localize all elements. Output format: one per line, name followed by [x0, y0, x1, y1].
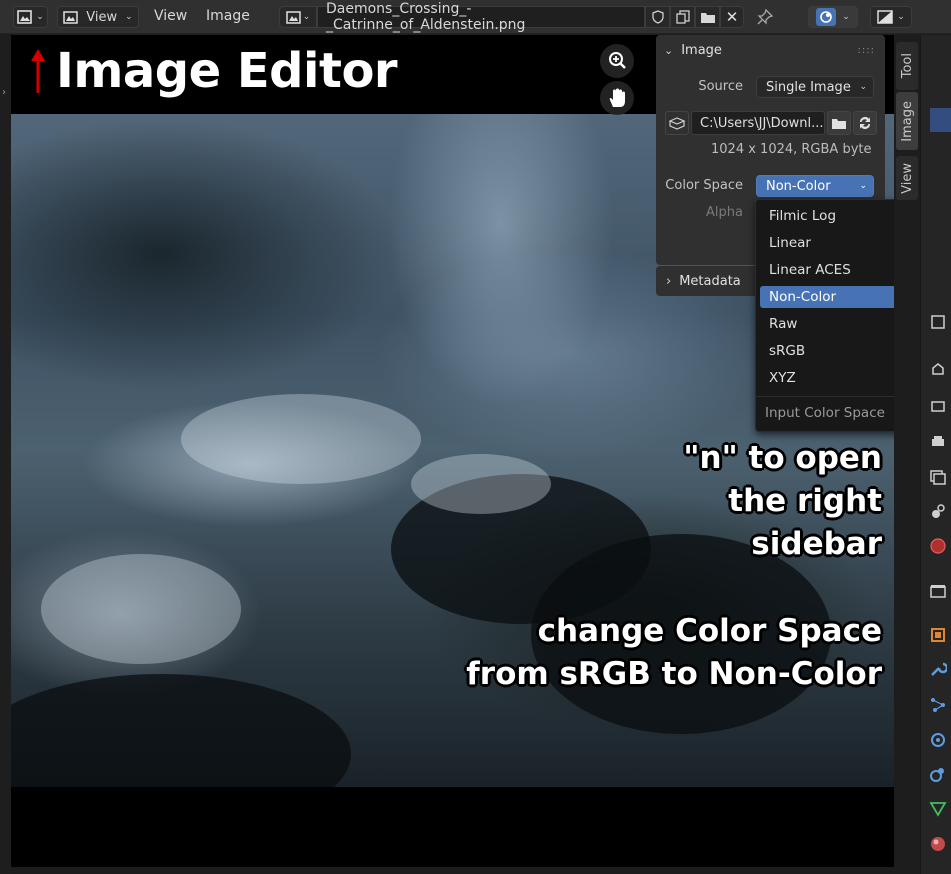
- chevron-down-icon: ⌄: [897, 12, 905, 22]
- physics-icon[interactable]: [929, 731, 947, 749]
- printer-icon[interactable]: [929, 433, 947, 451]
- material-icon[interactable]: [929, 835, 947, 853]
- chevron-down-icon: ⌄: [859, 181, 867, 191]
- shield-icon: [651, 10, 664, 24]
- open-image-button[interactable]: [695, 6, 720, 28]
- image-view-icon: [63, 10, 79, 24]
- hand-icon: [609, 88, 625, 107]
- browse-image-button[interactable]: ⌄: [279, 6, 317, 28]
- chevron-down-icon: ⌄: [125, 12, 133, 22]
- reload-icon: [860, 117, 870, 129]
- toolbar-expand-icon[interactable]: ›: [2, 87, 6, 98]
- chevron-down-icon: ⌄: [859, 82, 867, 92]
- outliner-selection-highlight: [930, 108, 951, 132]
- left-gutter: ›: [0, 35, 11, 874]
- image-panel-header[interactable]: ⌄ Image: [656, 35, 885, 65]
- view-layer-icon[interactable]: [929, 468, 947, 486]
- collapse-chevron-icon: ⌄: [664, 43, 674, 57]
- particles-icon[interactable]: [929, 696, 947, 714]
- object-data-icon[interactable]: [929, 800, 947, 818]
- colorspace-value: Non-Color: [766, 178, 831, 194]
- tab-image[interactable]: Image: [896, 92, 918, 150]
- tab-tool[interactable]: Tool: [896, 42, 918, 90]
- chevron-down-icon: ⌄: [302, 12, 311, 22]
- image-name-field[interactable]: Daemons_Crossing_-_Catrinne_of_Aldenstei…: [317, 1, 645, 33]
- pin-button[interactable]: [756, 8, 774, 30]
- tool-icon[interactable]: [929, 313, 947, 331]
- gizmo-toggle[interactable]: ⌄: [808, 6, 858, 28]
- filepath-field[interactable]: C:\Users\JJ\Downl...: [691, 111, 825, 135]
- image-menu[interactable]: Image: [206, 8, 250, 24]
- collection-icon[interactable]: [929, 582, 947, 600]
- fake-user-button[interactable]: [645, 6, 670, 28]
- sidebar-tabs: Tool Image View: [894, 35, 920, 874]
- editor-type-button[interactable]: ⌄: [13, 6, 48, 28]
- arrow-up-icon: [31, 49, 45, 93]
- world-icon[interactable]: [929, 537, 947, 555]
- expand-chevron-icon: ›: [666, 273, 672, 289]
- folder-icon: [832, 118, 846, 129]
- close-icon: ✕: [725, 8, 739, 26]
- header-bar: ⌄ View ⌄ View Image ⌄ Daemons_Crossing_-…: [0, 0, 951, 34]
- image-browse-icon: [285, 10, 301, 24]
- output-icon[interactable]: [929, 397, 947, 415]
- metadata-title: Metadata: [679, 273, 741, 289]
- overlay-title: Image Editor: [56, 43, 398, 99]
- pin-icon: [757, 8, 774, 25]
- view-mode-label: View: [86, 9, 118, 25]
- source-label: Source: [698, 79, 743, 94]
- annotation-sidebar-hint: "n" to open the right sidebar: [683, 440, 882, 562]
- render-icon[interactable]: [929, 360, 947, 378]
- image-editor-icon: [17, 10, 33, 24]
- scene-icon[interactable]: [929, 502, 947, 520]
- object-icon[interactable]: [929, 626, 947, 644]
- properties-strip: [920, 35, 951, 874]
- pack-button[interactable]: [665, 111, 689, 135]
- chevron-down-icon: ⌄: [842, 12, 850, 22]
- colorspace-label: Color Space: [665, 178, 743, 193]
- new-image-button[interactable]: [670, 6, 695, 28]
- display-channels-menu[interactable]: ⌄: [870, 6, 912, 28]
- modifier-wrench-icon[interactable]: [929, 660, 947, 678]
- filepath-row: C:\Users\JJ\Downl...: [665, 111, 877, 135]
- unlink-image-button[interactable]: ✕: [720, 6, 744, 28]
- view-menu[interactable]: View: [154, 8, 187, 24]
- color-alpha-icon: [877, 10, 893, 24]
- menu-footer-title: Input Color Space: [765, 405, 885, 421]
- chevron-down-icon: ⌄: [36, 12, 44, 22]
- gizmo-icon: [816, 8, 837, 26]
- package-icon: [669, 117, 685, 130]
- pan-button[interactable]: [600, 81, 634, 115]
- image-info: 1024 x 1024, RGBA byte: [711, 142, 872, 157]
- view-mode-menu[interactable]: View ⌄: [57, 6, 139, 28]
- reload-button[interactable]: [853, 111, 877, 135]
- browse-file-button[interactable]: [827, 111, 851, 135]
- constraints-icon[interactable]: [929, 765, 947, 783]
- image-panel-title: Image: [681, 42, 722, 58]
- image-datablock-selector[interactable]: ⌄ Daemons_Crossing_-_Catrinne_of_Aldenst…: [279, 1, 746, 33]
- tab-view[interactable]: View: [896, 156, 918, 200]
- annotation-colorspace-hint: change Color Space from sRGB to Non-Colo…: [466, 613, 882, 692]
- alpha-label: Alpha: [706, 205, 743, 220]
- folder-icon: [700, 12, 715, 23]
- zoom-icon: [609, 52, 626, 69]
- source-dropdown[interactable]: Single Image ⌄: [756, 76, 874, 98]
- zoom-button[interactable]: [600, 44, 634, 78]
- drag-grip-icon[interactable]: ::::: [858, 45, 875, 56]
- source-value: Single Image: [766, 79, 851, 95]
- colorspace-dropdown[interactable]: Non-Color ⌄: [756, 175, 874, 197]
- duplicate-icon: [675, 10, 690, 24]
